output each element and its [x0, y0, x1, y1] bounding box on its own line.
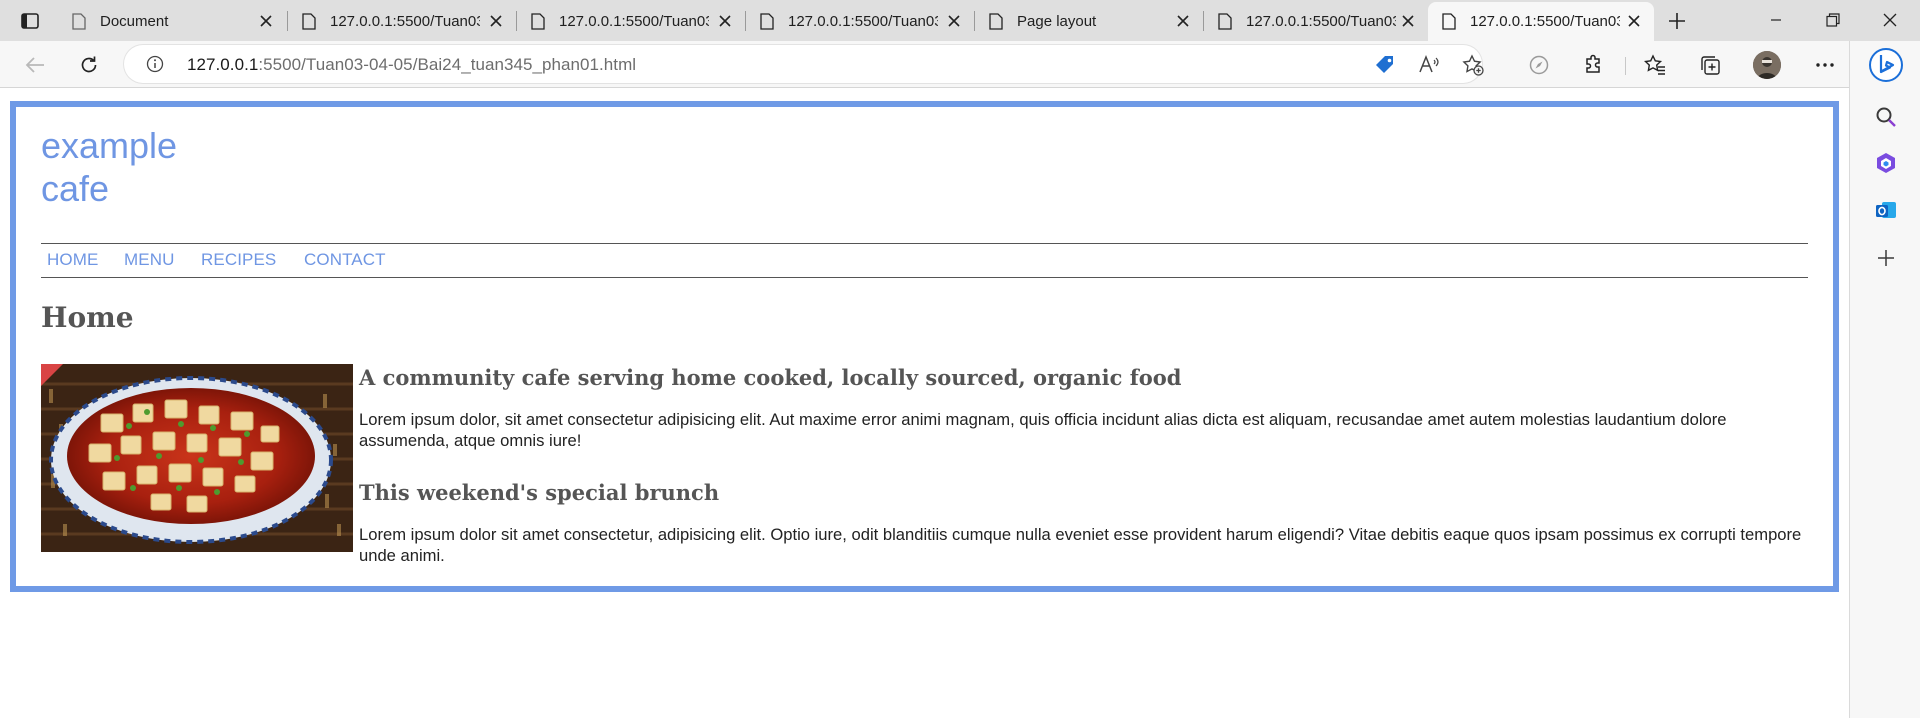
logo-line-2: cafe	[41, 168, 110, 209]
add-sidebar-app-icon[interactable]	[1874, 246, 1898, 270]
section-heading-1: A community cafe serving home cooked, lo…	[359, 365, 1182, 390]
tab-localhost-1[interactable]: 127.0.0.1:5500/Tuan03	[288, 2, 516, 41]
bing-copilot-icon[interactable]	[1868, 47, 1904, 83]
restore-button[interactable]	[1805, 0, 1861, 40]
close-icon[interactable]	[717, 13, 733, 29]
avatar-image	[1753, 51, 1781, 79]
minimize-button[interactable]	[1748, 0, 1804, 40]
site-logo[interactable]: example cafe	[41, 124, 177, 210]
address-toolbar: 127.0.0.1:5500/Tuan03-04-05/Bai24_tuan34…	[0, 41, 1920, 88]
office-icon[interactable]	[1874, 151, 1898, 175]
page-icon	[989, 13, 1003, 30]
refresh-icon	[81, 56, 97, 73]
page-icon	[531, 13, 545, 30]
info-icon[interactable]	[146, 55, 164, 73]
page-icon	[302, 13, 316, 30]
edge-sidebar	[1849, 41, 1920, 718]
extensions-icon[interactable]	[1582, 53, 1606, 77]
page-icon	[760, 13, 774, 30]
collections-icon[interactable]	[1698, 53, 1722, 77]
close-icon[interactable]	[946, 13, 962, 29]
search-icon[interactable]	[1874, 105, 1898, 129]
close-icon[interactable]	[488, 13, 504, 29]
address-bar[interactable]: 127.0.0.1:5500/Tuan03-04-05/Bai24_tuan34…	[124, 45, 1484, 83]
refresh-button[interactable]	[73, 49, 105, 81]
page-icon	[1218, 13, 1232, 30]
main-navigation: HOME MENU RECIPES CONTACT	[41, 243, 1808, 278]
nav-link-recipes[interactable]: RECIPES	[201, 250, 276, 270]
url-path: :5500/Tuan03-04-05/Bai24_tuan345_phan01.…	[258, 55, 637, 74]
page-icon	[1442, 13, 1456, 30]
tab-label: 127.0.0.1:5500/Tuan03	[788, 13, 938, 30]
restore-icon	[1826, 13, 1840, 27]
section-heading-2: This weekend's special brunch	[359, 480, 720, 505]
tab-actions-icon	[21, 13, 39, 29]
url-host: 127.0.0.1	[187, 55, 259, 74]
tab-localhost-3[interactable]: 127.0.0.1:5500/Tuan03	[746, 2, 974, 41]
new-tab-button[interactable]	[1663, 8, 1691, 34]
compass-icon[interactable]	[1527, 53, 1551, 77]
url-text: 127.0.0.1:5500/Tuan03-04-05/Bai24_tuan34…	[187, 55, 636, 75]
more-menu-icon[interactable]	[1813, 53, 1837, 77]
section-text-2: Lorem ipsum dolor sit amet consectetur, …	[359, 525, 1802, 565]
logo-line-1: example	[41, 125, 178, 166]
close-icon	[1883, 13, 1897, 27]
tab-localhost-4[interactable]: 127.0.0.1:5500/Tuan03	[1204, 2, 1428, 41]
section-text-1: Lorem ipsum dolor, sit amet consectetur …	[359, 410, 1727, 450]
tab-document[interactable]: Document	[58, 2, 286, 41]
tab-strip: Document 127.0.0.1:5500/Tuan03 127.0.0.1…	[0, 0, 1920, 41]
page-icon	[72, 13, 86, 30]
nav-link-home[interactable]: HOME	[47, 250, 98, 270]
outlook-icon[interactable]	[1874, 198, 1898, 222]
close-icon[interactable]	[258, 13, 274, 29]
back-button[interactable]	[19, 49, 51, 81]
tab-label: 127.0.0.1:5500/Tuan03	[559, 13, 709, 30]
close-window-button[interactable]	[1862, 0, 1918, 40]
favorites-icon[interactable]	[1643, 53, 1667, 77]
tab-label: 127.0.0.1:5500/Tuan03	[1470, 13, 1620, 30]
add-favorite-icon[interactable]	[1462, 54, 1484, 76]
close-icon[interactable]	[1175, 13, 1191, 29]
shopping-tag-icon[interactable]	[1374, 54, 1396, 76]
back-arrow-icon	[25, 57, 44, 73]
profile-avatar[interactable]	[1753, 51, 1781, 79]
tab-label: 127.0.0.1:5500/Tuan03	[330, 13, 480, 30]
read-aloud-icon[interactable]	[1418, 54, 1440, 76]
tab-localhost-2[interactable]: 127.0.0.1:5500/Tuan03	[517, 2, 745, 41]
plus-icon	[1669, 13, 1685, 29]
tab-actions-button[interactable]	[12, 8, 48, 34]
tab-page-layout[interactable]: Page layout	[975, 2, 1203, 41]
page-title: Home	[41, 301, 134, 334]
site-container: example cafe HOME MENU RECIPES CONTACT H…	[10, 101, 1839, 592]
toolbar-separator	[1625, 57, 1626, 75]
page-viewport: example cafe HOME MENU RECIPES CONTACT H…	[0, 89, 1849, 718]
close-icon[interactable]	[1626, 13, 1642, 29]
close-icon[interactable]	[1400, 13, 1416, 29]
nav-link-contact[interactable]: CONTACT	[304, 250, 386, 270]
tab-localhost-active[interactable]: 127.0.0.1:5500/Tuan03	[1428, 2, 1654, 41]
tab-label: 127.0.0.1:5500/Tuan03	[1246, 13, 1396, 30]
minimize-icon	[1771, 19, 1781, 21]
food-image	[41, 364, 353, 552]
nav-link-menu[interactable]: MENU	[124, 250, 174, 270]
